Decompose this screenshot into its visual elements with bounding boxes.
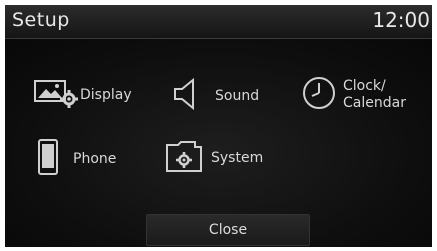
setup-screen: Setup 12:00 Display Sound Clock/ Calenda… <box>5 5 432 247</box>
clock-calendar-label: Clock/ Calendar <box>343 78 406 112</box>
system-folder-icon <box>165 139 203 177</box>
clock-label-line1: Clock/ <box>343 78 386 94</box>
display-settings-icon <box>33 77 81 113</box>
clock-label-line2: Calendar <box>343 95 406 111</box>
device-frame: Setup 12:00 Display Sound Clock/ Calenda… <box>0 0 437 251</box>
menu-area: Display Sound Clock/ Calendar Phone Syst… <box>5 39 432 247</box>
display-menu-item[interactable]: Display <box>33 77 132 113</box>
header-bar: Setup 12:00 <box>5 5 432 39</box>
clock-calendar-menu-item[interactable]: Clock/ Calendar <box>301 75 406 115</box>
phone-icon <box>37 139 59 179</box>
clock-icon <box>301 75 337 115</box>
phone-menu-item[interactable]: Phone <box>37 139 116 179</box>
sound-label: Sound <box>215 87 260 104</box>
phone-label: Phone <box>73 150 117 167</box>
system-label: System <box>211 149 264 166</box>
display-label: Display <box>80 86 132 103</box>
close-button[interactable]: Close <box>146 214 310 246</box>
speaker-icon <box>171 77 203 115</box>
page-title: Setup <box>12 9 70 31</box>
system-menu-item[interactable]: System <box>165 139 263 177</box>
clock-display: 12:00 <box>372 8 430 32</box>
sound-menu-item[interactable]: Sound <box>171 77 259 115</box>
